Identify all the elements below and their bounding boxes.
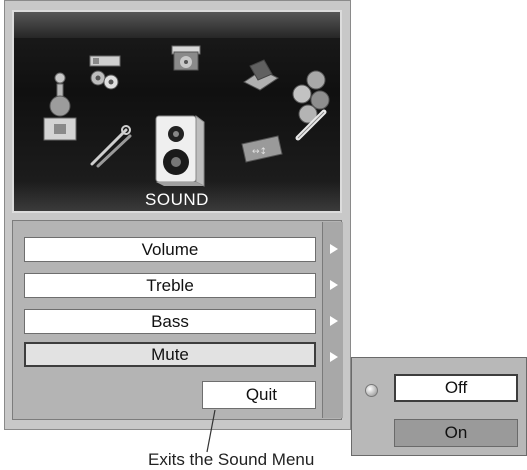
icon-panel: ↔↕ SOUND <box>12 10 342 213</box>
menu-item-volume[interactable]: Volume <box>24 237 316 262</box>
menu-item-mute[interactable]: Mute <box>24 342 316 367</box>
caption-text: Exits the Sound Menu <box>148 450 315 469</box>
speaker-icon[interactable] <box>150 112 208 188</box>
mute-off-button[interactable]: Off <box>394 374 518 402</box>
person-icon[interactable] <box>42 72 78 146</box>
menu-item-bass[interactable]: Bass <box>24 309 316 334</box>
tools-icon[interactable] <box>84 124 134 170</box>
callout-line <box>206 410 216 453</box>
svg-text:↔↕: ↔↕ <box>252 147 267 157</box>
mute-submenu: Off On <box>351 357 527 456</box>
quit-button[interactable]: Quit <box>202 381 316 409</box>
panel-topbar <box>14 12 340 38</box>
pc-adjust-icon[interactable] <box>84 52 130 92</box>
selection-indicator-icon <box>365 384 378 397</box>
screen-icon[interactable]: ↔↕ <box>240 134 284 164</box>
color-icon[interactable] <box>286 68 334 148</box>
keystone-icon[interactable] <box>166 42 206 76</box>
laptop-icon[interactable] <box>240 58 282 92</box>
menu-item-treble[interactable]: Treble <box>24 273 316 298</box>
mute-on-button[interactable]: On <box>394 419 518 447</box>
panel-title: SOUND <box>145 190 209 209</box>
